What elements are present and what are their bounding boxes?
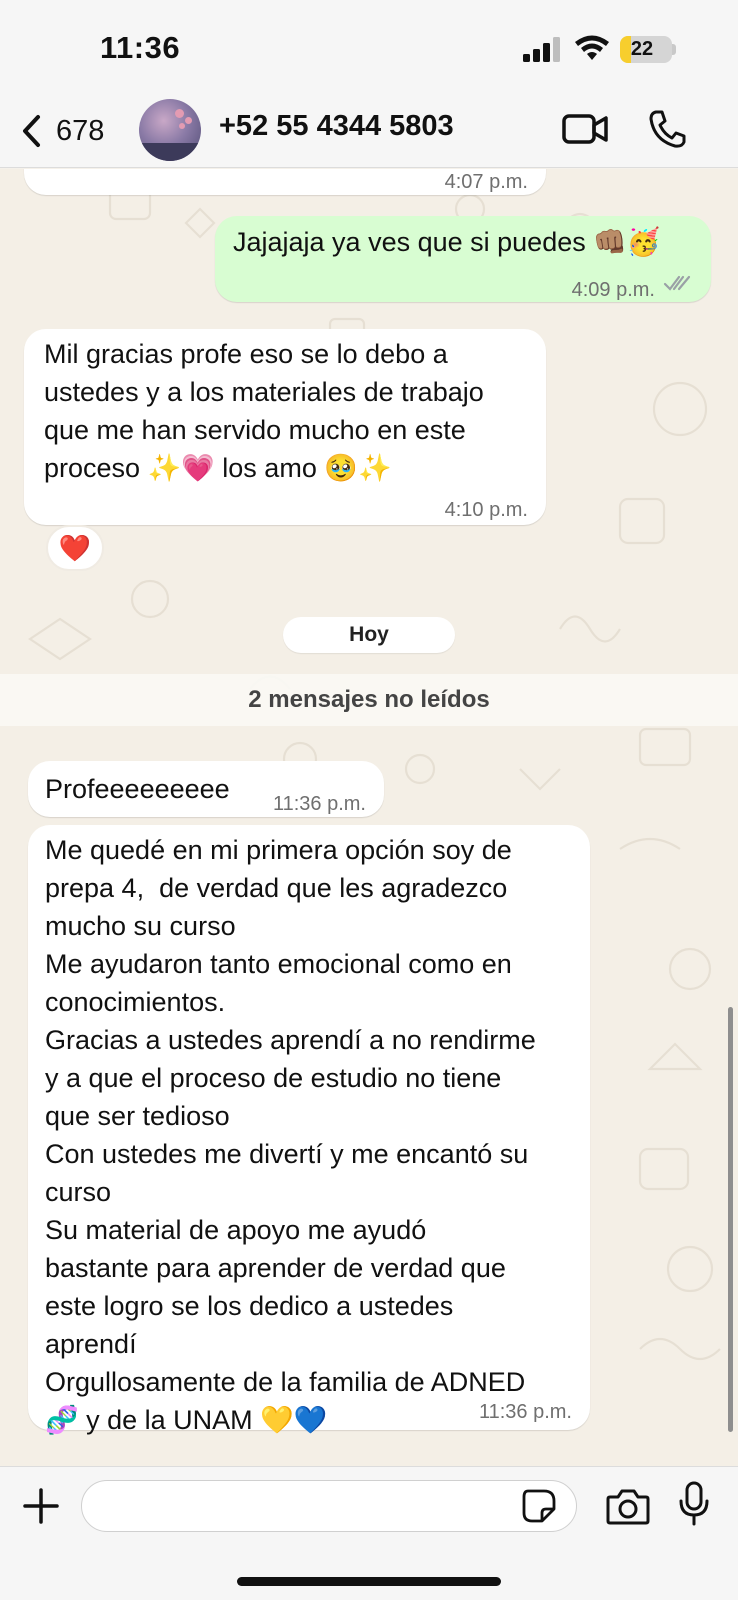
- read-receipt-icon: [663, 275, 691, 291]
- avatar[interactable]: [139, 99, 201, 161]
- back-button[interactable]: 678: [18, 106, 118, 156]
- unread-chats-count: 678: [56, 114, 105, 147]
- sticker-icon[interactable]: [522, 1489, 556, 1523]
- chat-area[interactable]: 4:07 p.m. Jajajaja ya ves que si puedes …: [0, 169, 738, 1466]
- contact-name[interactable]: +52 55 4344 5803: [219, 110, 454, 143]
- message-time: 4:09 p.m.: [571, 279, 655, 301]
- message-text: Me quedé en mi primera opción soy de pre…: [45, 835, 536, 1435]
- message-text: Jajajaja ya ves que si puedes 👊🏽🥳: [233, 227, 661, 257]
- battery-nub: [672, 44, 676, 55]
- input-bar: [0, 1466, 738, 1600]
- phone-icon[interactable]: [648, 109, 686, 149]
- message-bubble-incoming[interactable]: Profeeeeeeeee 11:36 p.m.: [28, 761, 384, 817]
- message-text: Mil gracias profe eso se lo debo a usted…: [44, 339, 484, 483]
- scrollbar[interactable]: [728, 1007, 733, 1432]
- message-time: 11:36 p.m.: [272, 793, 366, 815]
- video-call-icon[interactable]: [562, 112, 608, 146]
- unread-messages-banner: 2 mensajes no leídos: [0, 674, 738, 726]
- message-bubble-outgoing[interactable]: Jajajaja ya ves que si puedes 👊🏽🥳 4:09 p…: [215, 216, 711, 302]
- camera-icon[interactable]: [606, 1487, 650, 1525]
- message-time: 4:07 p.m.: [444, 171, 528, 193]
- microphone-icon[interactable]: [678, 1481, 710, 1527]
- message-input[interactable]: [81, 1480, 577, 1532]
- battery-level: 22: [630, 38, 654, 60]
- signal-icon: [523, 37, 560, 62]
- plus-icon[interactable]: [22, 1487, 60, 1525]
- message-bubble-incoming[interactable]: Me quedé en mi primera opción soy de pre…: [28, 825, 590, 1435]
- battery-icon: 22: [620, 36, 672, 63]
- message-time: 11:36 p.m.: [478, 1401, 572, 1423]
- message-bubble-incoming[interactable]: Mil gracias profe eso se lo debo a usted…: [24, 329, 546, 525]
- message-bubble-incoming[interactable]: 4:07 p.m.: [24, 169, 546, 195]
- date-divider: Hoy: [283, 617, 455, 653]
- status-time: 11:36: [100, 30, 181, 65]
- message-time: 4:10 p.m.: [444, 499, 528, 521]
- wifi-icon: [575, 35, 609, 60]
- chevron-left-icon: [23, 115, 40, 147]
- chat-header: 678 +52 55 4344 5803: [0, 96, 738, 168]
- status-bar: 11:36 22: [0, 0, 738, 96]
- message-reaction[interactable]: ❤️: [46, 525, 104, 571]
- message-text: Profeeeeeeeee: [45, 774, 230, 804]
- home-indicator[interactable]: [237, 1577, 501, 1586]
